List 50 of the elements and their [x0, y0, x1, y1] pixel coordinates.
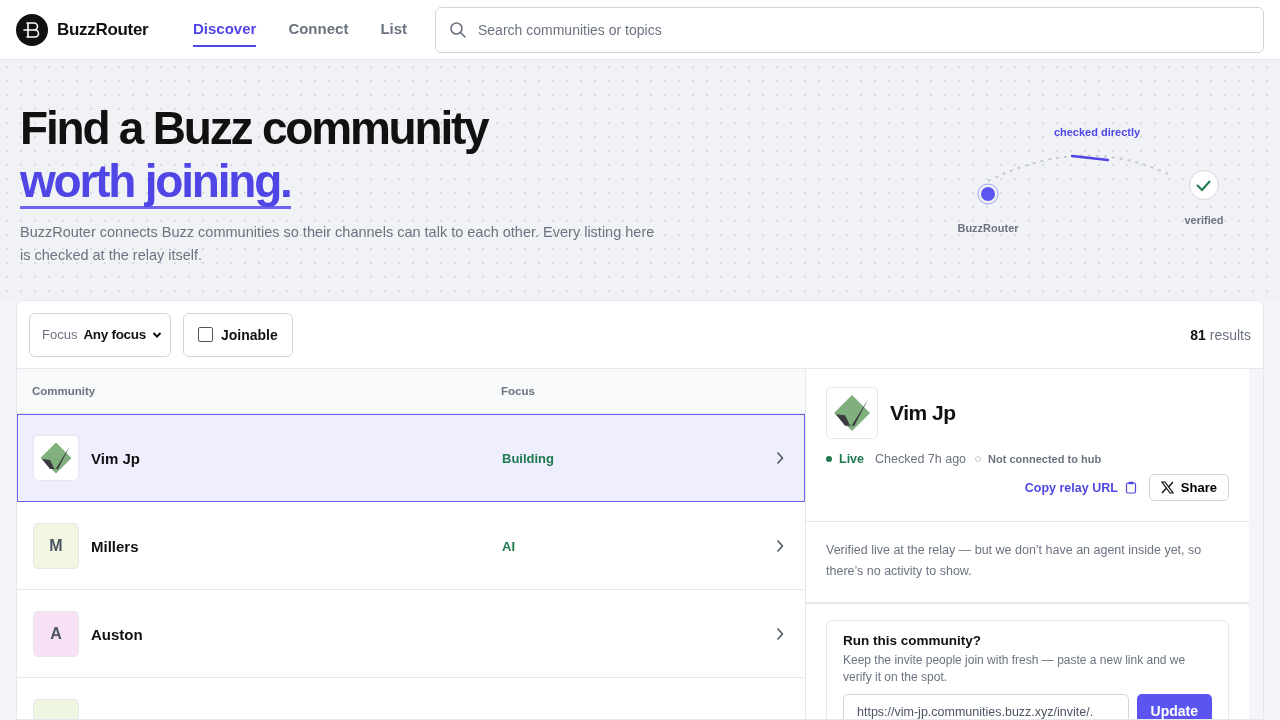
- chevron-right-icon: [776, 627, 784, 641]
- chevron-down-icon: [151, 330, 162, 339]
- hero-title: Find a Buzz community: [20, 101, 488, 156]
- search-field[interactable]: Search communities or topics: [435, 6, 1264, 53]
- invite-url-field[interactable]: https://vim-jp.communities.buzz.xyz/invite/.: [843, 694, 1129, 719]
- nav-tab[interactable]: List: [380, 12, 408, 47]
- share-button[interactable]: Share: [1148, 474, 1229, 501]
- nav-tab[interactable]: Discover: [193, 12, 257, 47]
- focus-select[interactable]: Focus Any focus: [29, 312, 171, 357]
- hero-title-accent: worth joining.: [20, 156, 291, 209]
- hero-subtitle: BuzzRouter connects Buzz communities so their channels can talk to each other. Every listing here is checked at the relay itself.: [20, 223, 656, 265]
- focus-tag: AI: [502, 539, 515, 554]
- checked-time: Checked 7h ago: [875, 452, 967, 466]
- live-label: Live: [839, 452, 864, 466]
- hub-status: Not connected to hub: [988, 453, 1102, 465]
- run-title: Run this community?: [843, 633, 982, 648]
- update-button[interactable]: Update: [1136, 694, 1212, 719]
- logo-icon: [16, 13, 48, 46]
- community-row[interactable]: A Auston: [17, 590, 805, 678]
- column-header: Focus: [501, 385, 536, 397]
- column-header: Community: [31, 385, 97, 397]
- run-text: Keep the invite people join with fresh — paste a new link and we verify it on the spot.: [843, 652, 1187, 686]
- chevron-right-icon: [776, 539, 784, 553]
- community-avatar: A: [33, 611, 79, 657]
- community-name: Auston: [91, 625, 143, 643]
- community-logo: [33, 435, 79, 481]
- focus-tag: Building: [502, 451, 554, 466]
- brand-name: BuzzRouter: [57, 19, 149, 40]
- community-row[interactable]: Vim Jp Building: [17, 414, 805, 502]
- source-node: [977, 183, 999, 205]
- community-logo: [826, 387, 878, 439]
- search-icon: [449, 20, 467, 39]
- clipboard-icon: [1124, 481, 1137, 494]
- community-title: Vim Jp: [890, 401, 956, 425]
- community-name: Vim Jp: [91, 449, 140, 467]
- x-icon: [1160, 481, 1174, 494]
- nav-tab[interactable]: Connect: [288, 12, 349, 47]
- community-row[interactable]: M Millers AI: [17, 502, 805, 590]
- target-label: verified: [1184, 214, 1224, 226]
- community-name: Millers: [91, 537, 139, 555]
- copy-relay-link[interactable]: Copy relay URL: [1024, 480, 1137, 495]
- community-avatar: M: [33, 523, 79, 569]
- progress-stroke: [1070, 154, 1110, 162]
- source-label: BuzzRouter: [957, 222, 1019, 234]
- joinable-toggle[interactable]: Joinable: [183, 312, 293, 357]
- check-icon: [1189, 170, 1219, 200]
- edge-label: checked directly: [1053, 126, 1141, 138]
- checkbox[interactable]: [198, 327, 213, 342]
- chevron-right-icon: [776, 451, 784, 465]
- result-count: 81 results: [1190, 326, 1251, 343]
